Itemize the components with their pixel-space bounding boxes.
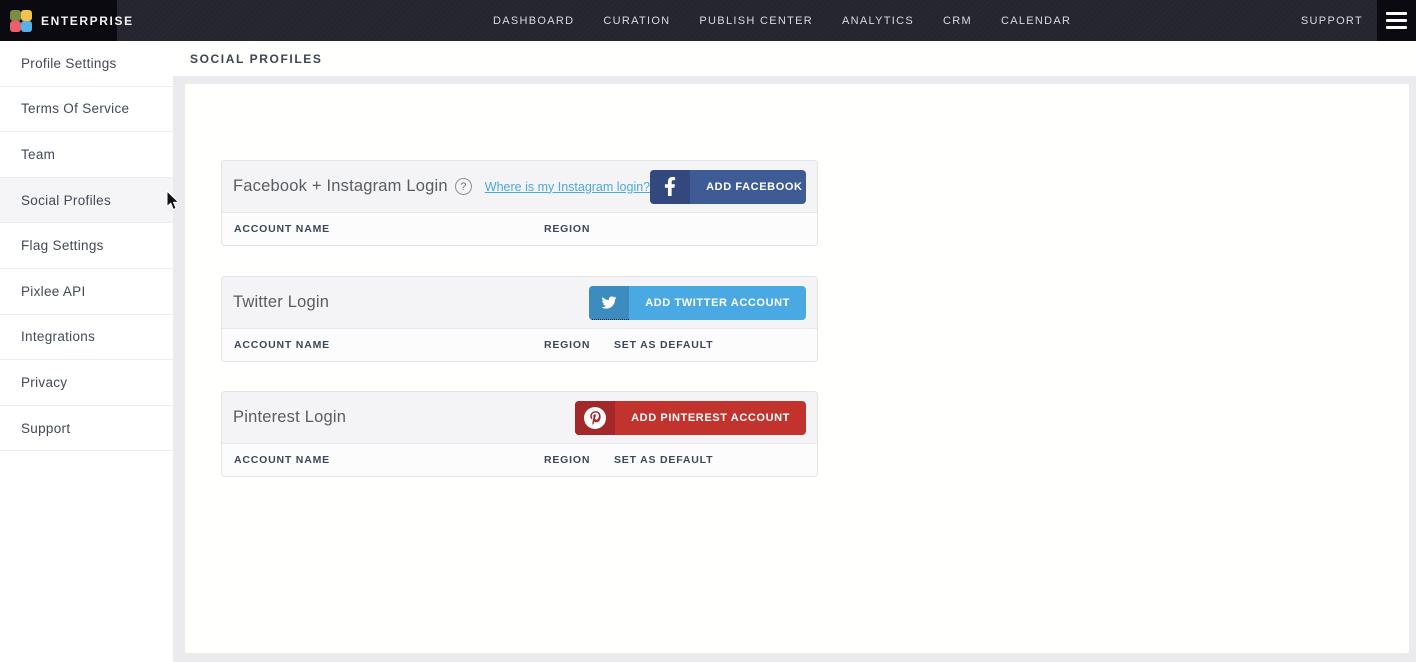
main-content: SOCIAL PROFILES Show All regions Faceboo…: [173, 41, 1416, 662]
settings-sidebar: Profile Settings Terms Of Service Team S…: [0, 41, 173, 662]
top-nav: ENTERPRISE DASHBOARD CURATION PUBLISH CE…: [0, 0, 1416, 41]
brand-home-link[interactable]: ENTERPRISE: [0, 0, 117, 41]
column-account-name: ACCOUNT NAME: [234, 454, 544, 466]
page-title-bar: SOCIAL PROFILES: [173, 41, 1416, 76]
nav-item-analytics[interactable]: ANALYTICS: [842, 15, 914, 27]
facebook-table-header: ACCOUNT NAME REGION: [222, 212, 817, 245]
twitter-table-header: ACCOUNT NAME REGION SET AS DEFAULT: [222, 328, 817, 361]
column-set-as-default: SET AS DEFAULT: [614, 339, 713, 351]
brand-name: ENTERPRISE: [41, 14, 134, 28]
facebook-instagram-section: Facebook + Instagram Login ? Where is my…: [221, 160, 818, 246]
add-facebook-account-label: ADD FACEBOOK ACCOUNT: [690, 181, 806, 193]
twitter-section: Twitter Login ADD TWITTER ACCOUNT ACCOUN…: [221, 276, 818, 362]
nav-item-support[interactable]: SUPPORT: [1301, 15, 1363, 27]
hamburger-menu-button[interactable]: [1377, 0, 1416, 41]
facebook-section-header: Facebook + Instagram Login ? Where is my…: [222, 161, 817, 212]
twitter-section-header: Twitter Login ADD TWITTER ACCOUNT: [222, 277, 817, 328]
top-nav-items: DASHBOARD CURATION PUBLISH CENTER ANALYT…: [493, 15, 1071, 27]
sidebar-item-integrations[interactable]: Integrations: [0, 315, 173, 361]
sidebar-item-social-profiles[interactable]: Social Profiles: [0, 178, 173, 224]
pinterest-section-header: Pinterest Login ADD PINTEREST ACCOUNT: [222, 392, 817, 443]
sidebar-item-terms-of-service[interactable]: Terms Of Service: [0, 87, 173, 133]
sidebar-item-flag-settings[interactable]: Flag Settings: [0, 223, 173, 269]
pinterest-section-title: Pinterest Login: [233, 408, 346, 427]
nav-item-curation[interactable]: CURATION: [603, 15, 670, 27]
pinterest-table-header: ACCOUNT NAME REGION SET AS DEFAULT: [222, 443, 817, 476]
page-title: SOCIAL PROFILES: [190, 52, 322, 66]
instagram-login-help-link[interactable]: Where is my Instagram login?: [485, 180, 650, 194]
nav-item-crm[interactable]: CRM: [943, 15, 972, 27]
facebook-icon: [650, 170, 690, 204]
nav-item-publish-center[interactable]: PUBLISH CENTER: [699, 15, 813, 27]
column-region: REGION: [544, 454, 614, 466]
add-facebook-account-button[interactable]: ADD FACEBOOK ACCOUNT: [650, 170, 806, 204]
pixlee-logo-icon: [10, 10, 32, 32]
hamburger-icon: [1386, 12, 1407, 15]
sidebar-item-profile-settings[interactable]: Profile Settings: [0, 41, 173, 87]
add-pinterest-account-button[interactable]: ADD PINTEREST ACCOUNT: [575, 401, 806, 435]
column-account-name: ACCOUNT NAME: [234, 339, 544, 351]
facebook-section-title: Facebook + Instagram Login: [233, 177, 448, 196]
twitter-section-title: Twitter Login: [233, 293, 329, 312]
sidebar-item-team[interactable]: Team: [0, 132, 173, 178]
sidebar-item-pixlee-api[interactable]: Pixlee API: [0, 269, 173, 315]
column-account-name: ACCOUNT NAME: [234, 223, 544, 235]
pinterest-icon: [575, 401, 615, 435]
help-icon[interactable]: ?: [455, 178, 472, 195]
social-profiles-card: Show All regions Facebook + Instagram Lo…: [185, 84, 1409, 653]
column-region: REGION: [544, 339, 614, 351]
sidebar-item-privacy[interactable]: Privacy: [0, 360, 173, 406]
twitter-icon: [589, 286, 629, 320]
nav-item-dashboard[interactable]: DASHBOARD: [493, 15, 574, 27]
add-twitter-account-button[interactable]: ADD TWITTER ACCOUNT: [589, 286, 806, 320]
pinterest-section: Pinterest Login ADD PINTEREST ACCOUNT AC…: [221, 391, 818, 477]
nav-item-calendar[interactable]: CALENDAR: [1001, 15, 1071, 27]
column-set-as-default: SET AS DEFAULT: [614, 454, 713, 466]
column-region: REGION: [544, 223, 614, 235]
add-pinterest-account-label: ADD PINTEREST ACCOUNT: [615, 412, 806, 424]
add-twitter-account-label: ADD TWITTER ACCOUNT: [629, 297, 806, 309]
sidebar-item-support[interactable]: Support: [0, 406, 173, 452]
